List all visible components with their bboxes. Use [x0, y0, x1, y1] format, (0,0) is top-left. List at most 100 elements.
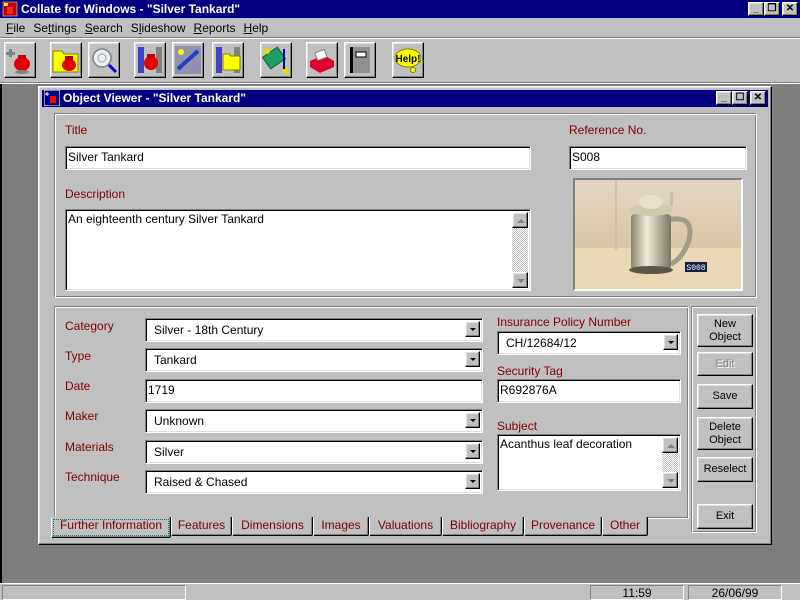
description-scrollbar[interactable]: [512, 212, 528, 288]
date-input[interactable]: 1719: [145, 379, 483, 403]
object-viewer-window: Object Viewer - "Silver Tankard" _ ☐ ✕ T…: [38, 86, 772, 545]
title-input[interactable]: Silver Tankard: [65, 146, 531, 170]
menu-slideshow-pre: S: [130, 20, 139, 35]
object-viewer-icon[interactable]: [44, 90, 60, 106]
photo-caption: S008: [686, 264, 705, 273]
close-button[interactable]: ✕: [782, 2, 798, 16]
new-object-button[interactable]: [4, 42, 36, 78]
slideshow-object-button[interactable]: [134, 42, 166, 78]
scroll-down-button[interactable]: [512, 272, 528, 288]
category-label: Category: [65, 319, 114, 333]
tab-valuations[interactable]: Valuations: [369, 517, 442, 536]
minimize-icon: _: [721, 92, 727, 103]
chevron-down-icon[interactable]: [465, 443, 480, 459]
chevron-down-icon[interactable]: [663, 334, 678, 350]
object-photo[interactable]: S008: [573, 178, 743, 291]
save-button[interactable]: Save: [697, 384, 753, 409]
viewer-close-button[interactable]: ✕: [750, 91, 766, 105]
chevron-down-icon[interactable]: [465, 321, 480, 337]
maker-value: Unknown: [154, 414, 205, 428]
restore-button[interactable]: ❐: [764, 2, 780, 16]
insurance-value: CH/12684/12: [506, 336, 577, 350]
exit-button[interactable]: Exit: [697, 504, 753, 529]
slideshow-folder-button[interactable]: [212, 42, 244, 78]
type-select[interactable]: Tankard: [145, 348, 483, 372]
menu-settings-label: tings: [51, 20, 77, 35]
tools-button[interactable]: [172, 42, 204, 78]
viewer-minimize-button[interactable]: _: [716, 91, 732, 105]
subject-text: Acanthus leaf decoration: [500, 437, 633, 451]
maker-select[interactable]: Unknown: [145, 409, 483, 433]
scroll-up-button[interactable]: [662, 437, 678, 453]
materials-label: Materials: [65, 440, 114, 454]
menu-search[interactable]: Search: [81, 19, 127, 37]
close-icon: ✕: [785, 3, 795, 14]
technique-value: Raised & Chased: [154, 475, 248, 489]
open-collection-button[interactable]: [50, 42, 82, 78]
edit-button[interactable]: Edit: [697, 352, 753, 376]
subject-label: Subject: [497, 419, 538, 433]
type-label: Type: [65, 349, 92, 363]
description-label: Description: [65, 187, 126, 201]
category-select[interactable]: Silver - 18th Century: [145, 318, 483, 342]
tab-provenance[interactable]: Provenance: [524, 517, 602, 536]
tab-bibliography[interactable]: Bibliography: [442, 517, 524, 536]
tools-icon: [175, 46, 201, 74]
chevron-down-icon[interactable]: [465, 412, 480, 428]
viewer-maximize-button[interactable]: ☐: [732, 91, 748, 105]
new-object-icon: [6, 49, 30, 74]
materials-select[interactable]: Silver: [145, 440, 483, 464]
reference-input[interactable]: S008: [569, 146, 747, 170]
help-button[interactable]: Help!: [392, 42, 424, 78]
scroll-down-button[interactable]: [662, 472, 678, 488]
chevron-down-icon[interactable]: [465, 473, 480, 489]
menu-file[interactable]: File: [2, 19, 29, 37]
status-date: 26/06/99: [688, 585, 782, 600]
tab-further-information[interactable]: Further Information: [51, 517, 171, 538]
chevron-down-icon[interactable]: [465, 351, 480, 367]
maker-label: Maker: [65, 409, 99, 423]
delete-object-button[interactable]: Delete Object: [697, 417, 753, 450]
app-title-bar: Collate for Windows - "Silver Tankard" _…: [0, 0, 800, 18]
menu-bar: File Settings Search Slideshow Reports H…: [0, 18, 800, 38]
object-viewer-title: Object Viewer - "Silver Tankard": [63, 91, 247, 105]
menu-settings[interactable]: Settings: [29, 19, 80, 37]
menu-help-label: elp: [252, 20, 269, 35]
menu-search-label: earch: [92, 20, 123, 35]
menu-slideshow[interactable]: Slideshow: [127, 19, 190, 37]
menu-file-label: ile: [13, 20, 26, 35]
menu-settings-pre: Se: [33, 20, 49, 35]
notebook-button[interactable]: [344, 42, 376, 78]
menu-reports[interactable]: Reports: [190, 19, 240, 37]
insurance-select[interactable]: CH/12684/12: [497, 331, 681, 355]
tab-images[interactable]: Images: [313, 517, 369, 536]
status-message: [2, 585, 186, 600]
new-object-button[interactable]: New Object: [697, 314, 753, 347]
menu-help[interactable]: Help: [240, 19, 273, 37]
subject-scrollbar[interactable]: [662, 437, 678, 488]
security-tag-label: Security Tag: [497, 364, 563, 378]
subject-textarea[interactable]: Acanthus leaf decoration: [497, 434, 681, 491]
valuations-button[interactable]: [260, 42, 292, 78]
scroll-up-button[interactable]: [512, 212, 528, 228]
security-tag-input[interactable]: R692876A: [497, 379, 681, 403]
menu-reports-accel: R: [193, 20, 203, 35]
close-icon: ✕: [753, 92, 763, 103]
description-textarea[interactable]: An eighteenth century Silver Tankard: [65, 209, 531, 291]
tab-dimensions[interactable]: Dimensions: [232, 517, 313, 536]
tab-features[interactable]: Features: [171, 517, 232, 536]
status-time: 11:59: [590, 585, 684, 600]
app-icon[interactable]: [2, 1, 18, 17]
technique-select[interactable]: Raised & Chased: [145, 470, 483, 494]
reselect-button[interactable]: Reselect: [697, 457, 753, 482]
search-button[interactable]: [88, 42, 120, 78]
description-text: An eighteenth century Silver Tankard: [68, 212, 264, 226]
tab-other[interactable]: Other: [602, 517, 648, 536]
card-index-button[interactable]: [306, 42, 338, 78]
title-label: Title: [65, 123, 88, 137]
date-label: Date: [65, 379, 91, 393]
minimize-button[interactable]: _: [748, 2, 764, 16]
menu-slideshow-label: ideshow: [141, 20, 186, 35]
minimize-icon: _: [753, 3, 759, 14]
search-icon: [92, 48, 118, 74]
